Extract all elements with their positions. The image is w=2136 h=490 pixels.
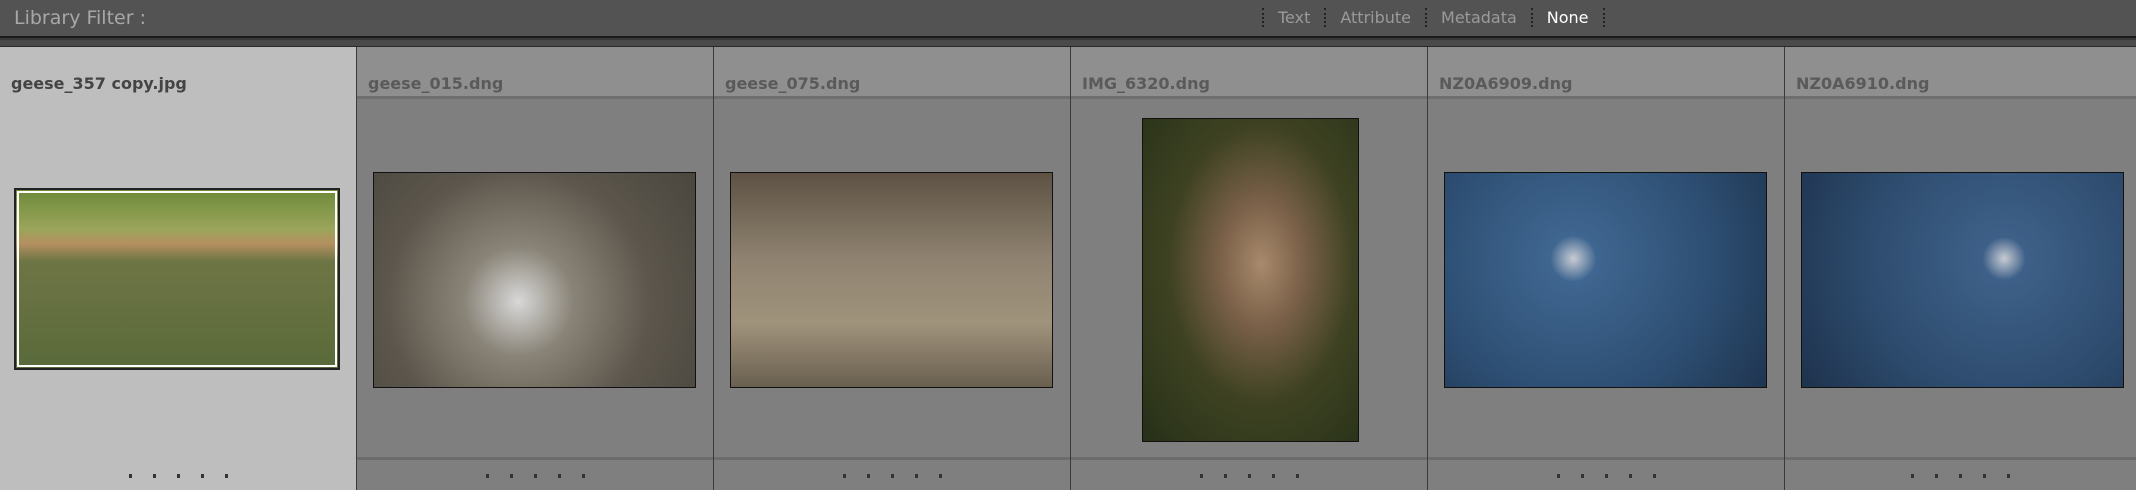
filter-none[interactable]: None [1530,8,1605,27]
filter-text[interactable]: Text [1262,8,1324,27]
thumbnail-gulls[interactable] [1444,172,1767,388]
rating-dots[interactable] [1785,474,2136,478]
grid-cell[interactable]: geese_357 copy.jpg [0,47,357,490]
grid-cell[interactable]: geese_075.dng [714,47,1071,490]
thumbnail-flying-goose[interactable] [14,188,340,370]
filename: NZ0A6910.dng [1796,74,1930,93]
filter-metadata[interactable]: Metadata [1425,8,1531,27]
library-filter-label: Library Filter : [14,7,146,29]
filename: geese_015.dng [368,74,504,93]
rating-dots[interactable] [714,474,1070,478]
rating-dots[interactable] [1071,474,1427,478]
thumbnail-grid: geese_357 copy.jpg geese_015.dng geese_0… [0,47,2136,490]
filename: geese_357 copy.jpg [11,74,187,93]
grid-cell[interactable]: NZ0A6909.dng [1428,47,1785,490]
thumbnail-duck-splash[interactable] [373,172,696,388]
divider [0,40,2136,47]
grid-cell[interactable]: NZ0A6910.dng [1785,47,2136,490]
filename: geese_075.dng [725,74,861,93]
library-filter-bar: Library Filter : Text Attribute Metadata… [0,0,2136,38]
grid-cell[interactable]: geese_015.dng [357,47,714,490]
rating-dots[interactable] [1428,474,1784,478]
filter-options: Text Attribute Metadata None [1262,8,1605,27]
thumbnail-gull[interactable] [1801,172,2124,388]
grid-cell[interactable]: IMG_6320.dng [1071,47,1428,490]
rating-dots[interactable] [0,474,356,478]
filter-attribute[interactable]: Attribute [1324,8,1425,27]
thumbnail-squirrel[interactable] [1142,118,1359,442]
rating-dots[interactable] [357,474,713,478]
filename: IMG_6320.dng [1082,74,1210,93]
thumbnail-goose-landing[interactable] [730,172,1053,388]
filename: NZ0A6909.dng [1439,74,1573,93]
